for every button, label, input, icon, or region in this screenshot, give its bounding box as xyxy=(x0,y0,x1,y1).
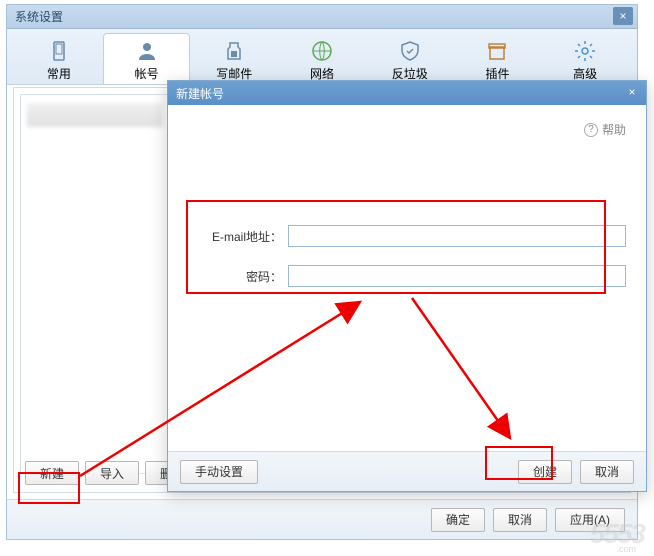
import-button[interactable]: 导入 xyxy=(85,461,139,485)
settings-titlebar: 系统设置 × xyxy=(7,5,637,29)
dialog-cancel-button[interactable]: 取消 xyxy=(580,460,634,484)
new-account-dialog: 新建帐号 × ? 帮助 E-mail地址： 密码： 手动设置 创建 取消 xyxy=(167,80,647,492)
list-item[interactable] xyxy=(27,103,163,127)
settings-footer: 确定 取消 应用(A) xyxy=(7,499,637,539)
account-form: E-mail地址： 密码： xyxy=(188,225,626,287)
gear-icon xyxy=(573,39,597,63)
settings-title: 系统设置 xyxy=(15,8,63,25)
person-icon xyxy=(135,39,159,63)
help-icon: ? xyxy=(584,123,598,137)
password-label: 密码： xyxy=(188,268,288,285)
password-row: 密码： xyxy=(188,265,626,287)
ok-button[interactable]: 确定 xyxy=(431,508,485,532)
box-icon xyxy=(485,39,509,63)
dialog-body: ? 帮助 E-mail地址： 密码： xyxy=(168,105,646,451)
tab-plugins[interactable]: 插件 xyxy=(454,33,542,84)
manual-setup-button[interactable]: 手动设置 xyxy=(180,460,258,484)
dialog-title: 新建帐号 xyxy=(176,85,224,102)
tab-network[interactable]: 网络 xyxy=(278,33,366,84)
password-field[interactable] xyxy=(288,265,626,287)
dialog-footer: 手动设置 创建 取消 xyxy=(168,451,646,491)
tab-label: 写邮件 xyxy=(216,65,252,82)
cancel-button[interactable]: 取消 xyxy=(493,508,547,532)
tab-advanced[interactable]: 高级 xyxy=(541,33,629,84)
watermark-sub: .com xyxy=(616,544,636,554)
dialog-titlebar: 新建帐号 × xyxy=(168,81,646,105)
settings-tabstrip: 常用 帐号 写邮件 网络 反垃圾 插件 高级 xyxy=(7,29,637,85)
tab-label: 反垃圾 xyxy=(392,65,428,82)
close-icon[interactable]: × xyxy=(622,83,642,101)
tab-label: 高级 xyxy=(573,65,597,82)
tab-label: 网络 xyxy=(310,65,334,82)
shield-icon xyxy=(398,39,422,63)
help-link[interactable]: ? 帮助 xyxy=(584,121,626,138)
tab-compose[interactable]: 写邮件 xyxy=(190,33,278,84)
tab-account[interactable]: 帐号 xyxy=(103,33,191,84)
email-field[interactable] xyxy=(288,225,626,247)
new-button[interactable]: 新建 xyxy=(25,461,79,485)
tab-label: 常用 xyxy=(47,65,71,82)
globe-icon xyxy=(310,39,334,63)
create-button[interactable]: 创建 xyxy=(518,460,572,484)
inkwell-icon xyxy=(222,39,246,63)
account-list[interactable] xyxy=(20,94,170,474)
phone-icon xyxy=(47,39,71,63)
email-row: E-mail地址： xyxy=(188,225,626,247)
tab-label: 插件 xyxy=(485,65,509,82)
help-label: 帮助 xyxy=(602,121,626,138)
tab-general[interactable]: 常用 xyxy=(15,33,103,84)
email-label: E-mail地址： xyxy=(188,228,288,245)
tab-antispam[interactable]: 反垃圾 xyxy=(366,33,454,84)
close-icon[interactable]: × xyxy=(613,7,633,25)
tab-label: 帐号 xyxy=(135,65,159,82)
